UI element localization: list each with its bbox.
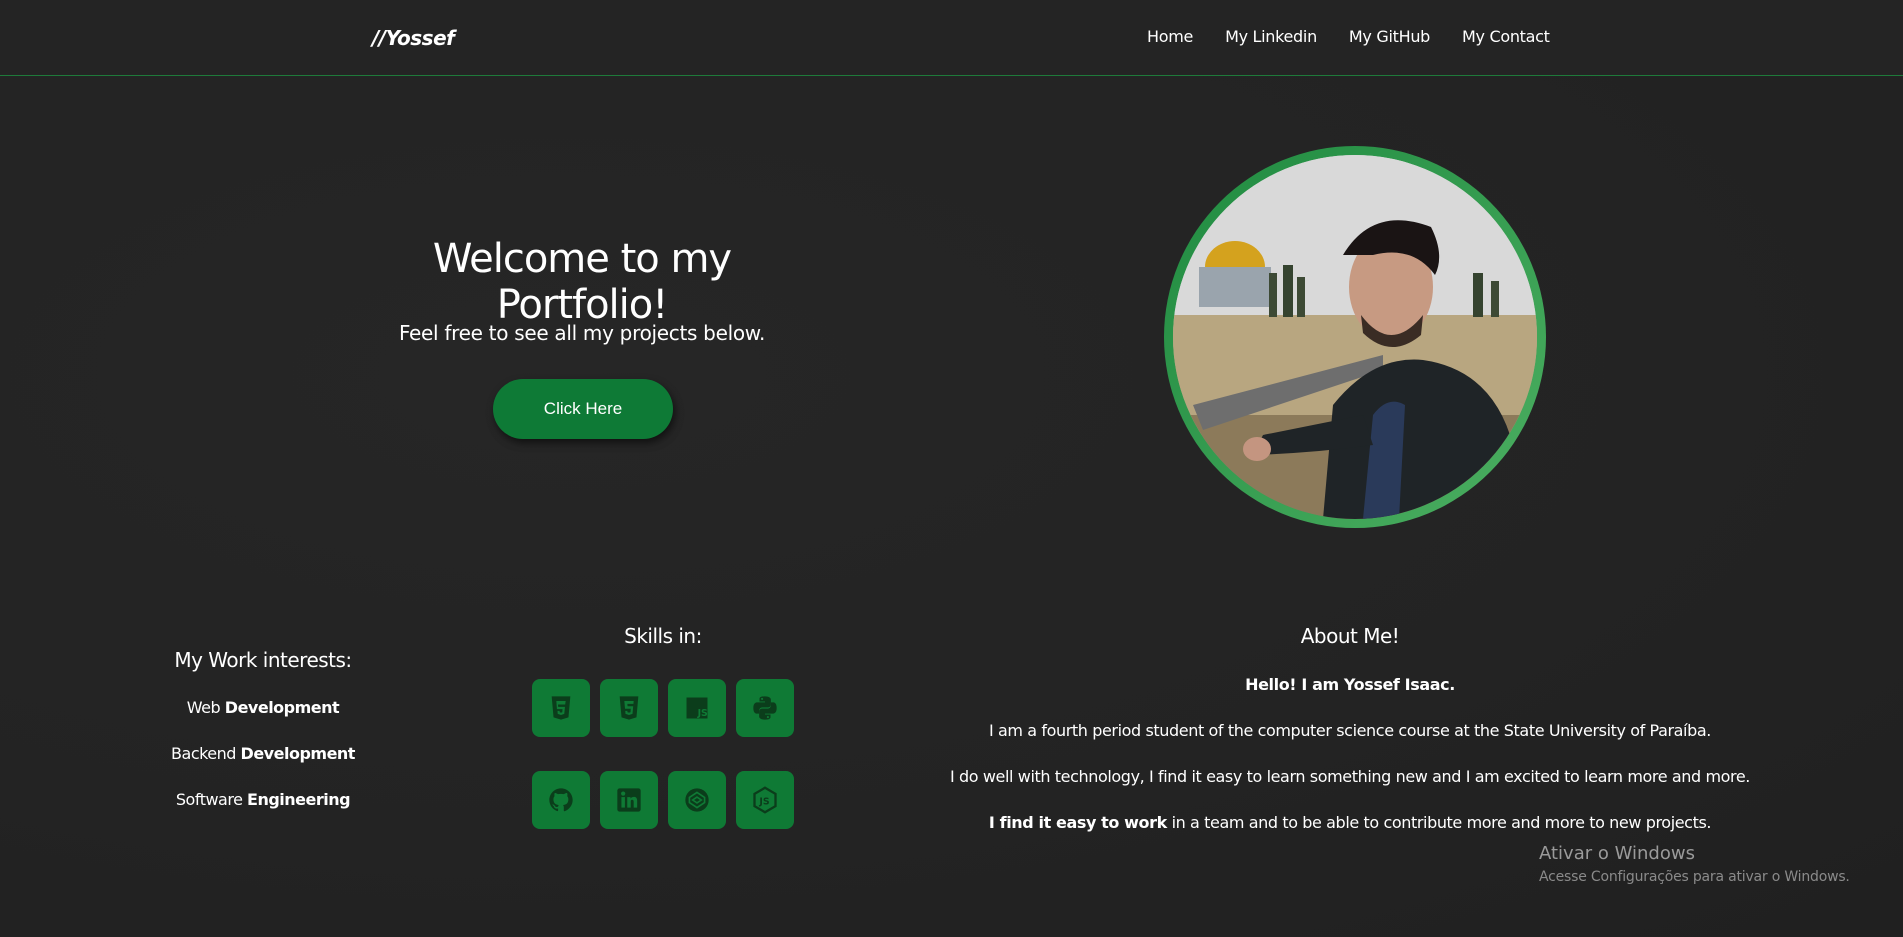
work-interests-title: My Work interests:: [174, 648, 352, 672]
profile-photo: [1173, 155, 1537, 519]
linkedin-icon[interactable]: [600, 771, 658, 829]
about-line-2: I do well with technology, I find it eas…: [950, 767, 1750, 786]
work-interest-item: Web Development: [150, 698, 376, 717]
work-interest-item: Software Engineering: [150, 790, 376, 809]
html5-icon[interactable]: [532, 679, 590, 737]
about-line-3-bold: I find it easy to work: [988, 813, 1167, 832]
main-nav: Home My Linkedin My GitHub My Contact: [1147, 27, 1582, 46]
hero-subtitle: Feel free to see all my projects below.: [398, 321, 766, 345]
work-interest-label-bold: Engineering: [247, 790, 351, 809]
nav-github[interactable]: My GitHub: [1349, 27, 1430, 46]
windows-activation-title: Ativar o Windows: [1539, 843, 1695, 864]
codepen-icon[interactable]: [668, 771, 726, 829]
javascript-icon[interactable]: JS: [668, 679, 726, 737]
about-title: About Me!: [1300, 624, 1400, 648]
work-interest-label: Web: [186, 698, 221, 717]
about-line-3-rest: in a team and to be able to contribute m…: [1166, 813, 1712, 832]
about-line-3: I find it easy to work in a team and to …: [900, 813, 1800, 832]
nav-home[interactable]: Home: [1147, 27, 1193, 46]
header: //Yossef Home My Linkedin My GitHub My C…: [0, 0, 1903, 76]
github-icon[interactable]: [532, 771, 590, 829]
nav-linkedin[interactable]: My Linkedin: [1225, 27, 1317, 46]
work-interest-label: Backend: [171, 744, 236, 763]
click-here-button[interactable]: Click Here: [493, 379, 673, 439]
python-icon[interactable]: [736, 679, 794, 737]
skills-title: Skills in:: [624, 624, 702, 648]
hero-title: Welcome to my Portfolio!: [432, 236, 732, 328]
svg-text:JS: JS: [697, 708, 708, 719]
windows-activation-subtitle: Acesse Configurações para ativar o Windo…: [1539, 869, 1850, 885]
work-interest-label: Software: [175, 790, 243, 809]
work-interest-item: Backend Development: [150, 744, 376, 763]
svg-text:JS: JS: [758, 796, 769, 807]
profile-photo-frame: [1164, 146, 1546, 528]
work-interest-label-bold: Development: [240, 744, 356, 763]
about-greeting: Hello! I am Yossef Isaac.: [1245, 675, 1455, 694]
nodejs-icon[interactable]: JS: [736, 771, 794, 829]
work-interest-label-bold: Development: [224, 698, 340, 717]
css3-icon[interactable]: [600, 679, 658, 737]
about-line-1: I am a fourth period student of the comp…: [989, 721, 1711, 740]
nav-contact[interactable]: My Contact: [1462, 27, 1550, 46]
logo[interactable]: //Yossef: [372, 26, 455, 50]
